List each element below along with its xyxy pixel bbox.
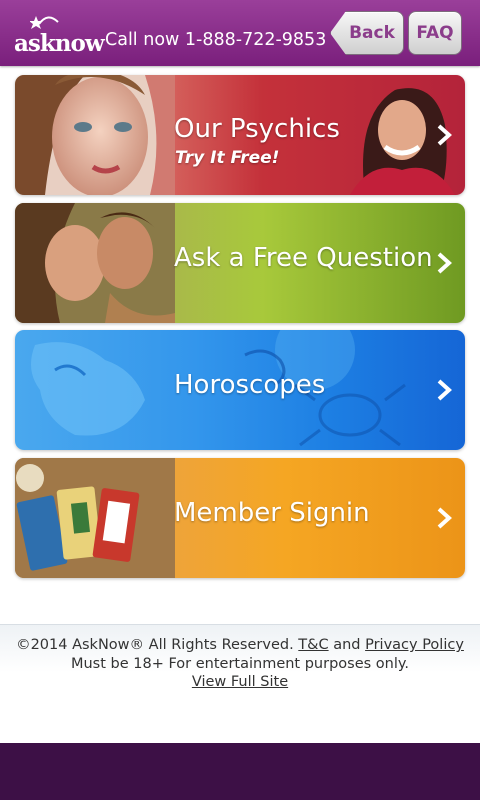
page-footer: ©2014 AskNow® All Rights Reserved. T&C a… [0, 624, 480, 744]
ask-free-question-tile[interactable]: Ask a Free Question [15, 203, 465, 323]
tile-label: Ask a Free Question [174, 243, 433, 273]
tile-label: Our Psychics [174, 114, 340, 144]
chevron-right-icon [437, 252, 452, 274]
member-signin-tile[interactable]: Member Signin [15, 458, 465, 578]
asknow-logo[interactable]: asknow [14, 14, 105, 57]
app-header: asknow Call now 1-888-722-9853 Back FAQ [0, 0, 480, 66]
horoscopes-tile[interactable]: Horoscopes [15, 330, 465, 450]
call-now-text[interactable]: Call now 1-888-722-9853 [105, 30, 326, 50]
tc-link[interactable]: T&C [298, 637, 328, 653]
tile-label: Horoscopes [174, 370, 326, 400]
copyright-text: ©2014 AskNow® All Rights Reserved. [16, 637, 294, 653]
chevron-right-icon [437, 124, 452, 146]
bottom-bar [0, 743, 480, 800]
view-full-site-link[interactable]: View Full Site [192, 674, 288, 690]
age-disclaimer: Must be 18+ For entertainment purposes o… [70, 656, 410, 672]
tile-subtitle: Try It Free! [175, 148, 280, 168]
our-psychics-tile[interactable]: Our Psychics Try It Free! [15, 75, 465, 195]
copyright-line: ©2014 AskNow® All Rights Reserved. T&C a… [0, 637, 480, 653]
couple-kissing-image [15, 203, 175, 323]
back-button[interactable]: Back [330, 11, 404, 55]
privacy-policy-link[interactable]: Privacy Policy [365, 637, 464, 653]
tile-label: Member Signin [174, 498, 370, 528]
faq-button[interactable]: FAQ [408, 11, 462, 55]
and-text: and [333, 637, 361, 653]
logo-wordmark: asknow [14, 30, 105, 57]
chevron-right-icon [437, 507, 452, 529]
chevron-right-icon [437, 379, 452, 401]
tarot-cards-image [15, 458, 175, 578]
psychic-portrait-image [15, 75, 175, 195]
